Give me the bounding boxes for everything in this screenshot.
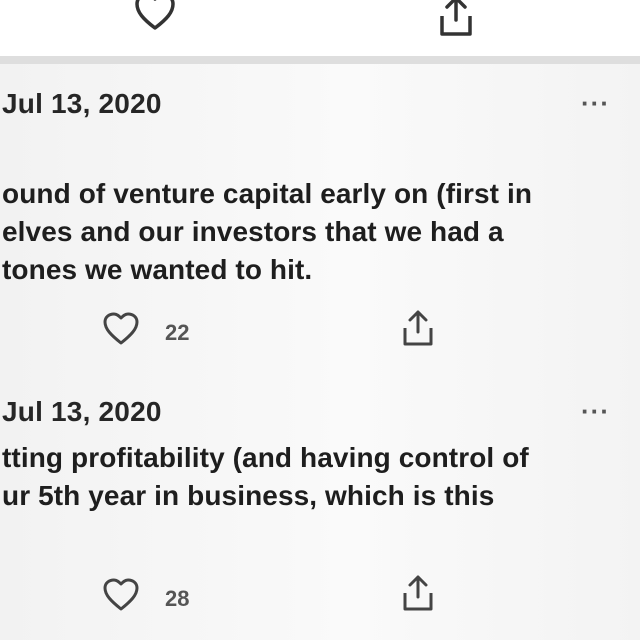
post-date: Jul 13, 2020 xyxy=(2,396,162,427)
like-count: 22 xyxy=(165,320,190,345)
more-options-button[interactable]: ··· xyxy=(581,396,610,427)
share-icon[interactable] xyxy=(399,308,437,348)
post-text-line: tting profitability (and having control … xyxy=(2,442,529,473)
heart-icon[interactable] xyxy=(133,0,177,32)
post-text-line: tones we wanted to hit. xyxy=(2,254,313,285)
reply-post: Jul 13, 2020 ··· tting profitability (an… xyxy=(0,380,640,640)
like-count: 28 xyxy=(165,586,190,611)
previous-post-actions xyxy=(0,0,640,64)
post-text-line: elves and our investors that we had a xyxy=(2,216,504,247)
post-date: Jul 13, 2020 xyxy=(2,88,162,119)
share-icon[interactable] xyxy=(436,0,476,38)
heart-icon[interactable] xyxy=(102,312,140,346)
post-text-line: ur 5th year in business, which is this xyxy=(2,480,495,511)
reply-post: Jul 13, 2020 ··· ound of venture capital… xyxy=(0,72,640,372)
heart-icon[interactable] xyxy=(102,578,140,612)
more-options-button[interactable]: ··· xyxy=(581,88,610,119)
thread-screen: Jul 13, 2020 ··· ound of venture capital… xyxy=(0,0,640,640)
post-text-line: ound of venture capital early on (first … xyxy=(2,178,533,209)
share-icon[interactable] xyxy=(399,573,437,613)
